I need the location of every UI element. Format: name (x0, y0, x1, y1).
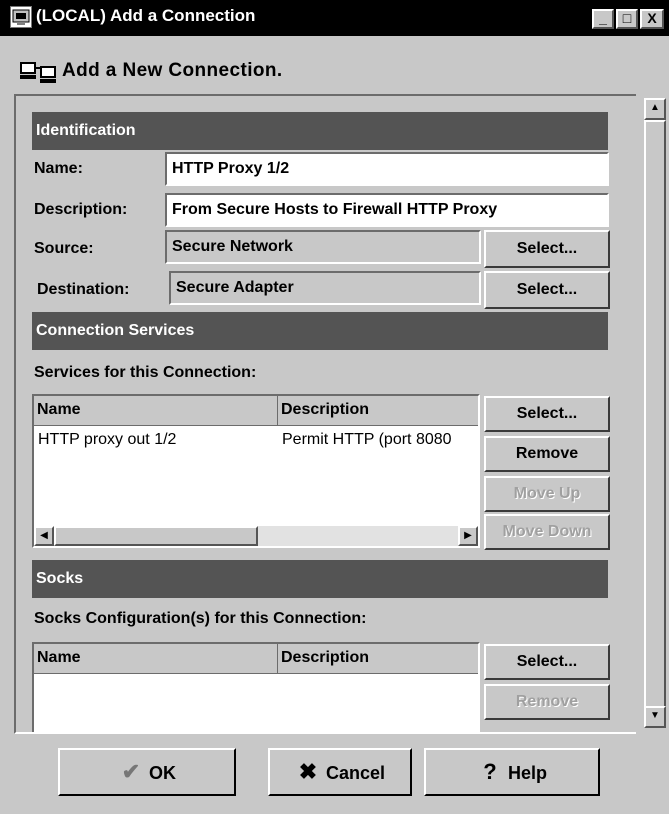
network-computers-icon (20, 62, 58, 89)
services-table[interactable]: Name Description HTTP proxy out 1/2 Perm… (32, 394, 480, 548)
scroll-up-icon[interactable]: ▲ (644, 98, 666, 120)
table-row[interactable]: HTTP proxy out 1/2 Permit HTTP (port 808… (34, 427, 478, 453)
services-select-button[interactable]: Select... (484, 396, 610, 432)
row-name: HTTP proxy out 1/2 (38, 431, 177, 448)
move-down-button[interactable]: Move Down (484, 514, 610, 550)
maximize-button[interactable]: □ (616, 9, 638, 29)
header-text: Add a New Connection. (62, 60, 283, 81)
description-label: Description: (34, 201, 128, 218)
services-horizontal-scrollbar[interactable]: ◀ ▶ (34, 526, 478, 546)
scroll-right-icon[interactable]: ▶ (458, 526, 478, 546)
socks-select-button[interactable]: Select... (484, 644, 610, 680)
ok-label: OK (149, 763, 176, 783)
cancel-label: Cancel (325, 763, 386, 783)
move-up-button[interactable]: Move Up (484, 476, 610, 512)
socks-remove-button[interactable]: Remove (484, 684, 610, 720)
scroll-thumb[interactable] (54, 526, 258, 546)
vertical-scrollbar[interactable]: ▲ ▼ (636, 94, 669, 734)
destination-field: Secure Adapter (169, 271, 481, 305)
socks-column-header-description[interactable]: Description (278, 644, 478, 674)
column-header-name[interactable]: Name (34, 396, 278, 426)
source-label: Source: (34, 240, 94, 257)
dialog-header: Add a New Connection. (0, 36, 669, 94)
window-icon[interactable] (10, 6, 32, 28)
scroll-down-icon[interactable]: ▼ (644, 706, 666, 728)
scroll-left-icon[interactable]: ◀ (34, 526, 54, 546)
socks-subheading: Socks Configuration(s) for this Connecti… (34, 610, 367, 627)
vertical-scroll-thumb[interactable] (644, 120, 666, 724)
name-field[interactable]: HTTP Proxy 1/2 (165, 152, 609, 186)
ok-button[interactable]: ✔ OK (58, 748, 236, 796)
title-bar[interactable]: (LOCAL) Add a Connection _ □ X (0, 0, 669, 36)
section-socks: Socks (32, 560, 608, 598)
destination-label: Destination: (37, 281, 130, 298)
name-label: Name: (34, 160, 83, 177)
services-remove-button[interactable]: Remove (484, 436, 610, 472)
cancel-button[interactable]: ✖ Cancel (268, 748, 412, 796)
row-description: Permit HTTP (port 8080 (282, 431, 452, 448)
source-field: Secure Network (165, 230, 481, 264)
source-select-button[interactable]: Select... (484, 230, 610, 268)
help-label: Help (508, 763, 548, 783)
socks-column-header-name[interactable]: Name (34, 644, 278, 674)
socks-table[interactable]: Name Description (32, 642, 480, 732)
description-field[interactable]: From Secure Hosts to Firewall HTTP Proxy (165, 193, 609, 227)
close-button[interactable]: X (640, 9, 664, 29)
socks-table-header: Name Description (34, 644, 478, 674)
question-mark-icon: ? (483, 759, 497, 784)
window-title: (LOCAL) Add a Connection (36, 6, 256, 25)
section-identification: Identification (32, 112, 608, 150)
help-button[interactable]: ? Help (424, 748, 600, 796)
column-header-description[interactable]: Description (278, 396, 478, 426)
scroll-panel[interactable]: Identification Name: HTTP Proxy 1/2 Desc… (14, 94, 656, 734)
destination-select-button[interactable]: Select... (484, 271, 610, 309)
section-connection-services: Connection Services (32, 312, 608, 350)
checkmark-icon: ✔ (121, 759, 141, 784)
services-table-header: Name Description (34, 396, 478, 426)
minimize-button[interactable]: _ (592, 9, 614, 29)
x-cancel-icon: ✖ (298, 759, 318, 784)
services-subheading: Services for this Connection: (34, 364, 257, 381)
